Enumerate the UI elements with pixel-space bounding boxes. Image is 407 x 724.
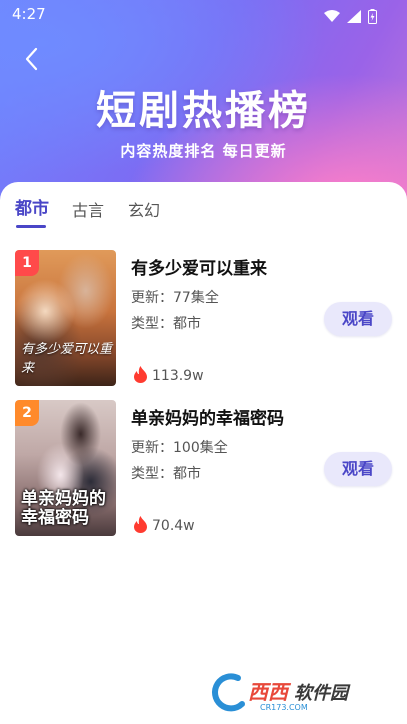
heat-count: 113.9w — [133, 366, 204, 384]
cover-title: 单亲妈妈的幸福密码 — [21, 489, 106, 528]
active-tab-indicator — [16, 225, 46, 228]
page-title: 短剧热播榜 — [96, 88, 311, 134]
genre-info: 类型：都市 — [131, 466, 201, 482]
drama-cover[interactable]: 2 单亲妈妈的幸福密码 — [15, 400, 116, 536]
drama-title[interactable]: 单亲妈妈的幸福密码 — [131, 404, 284, 429]
watermark-logo: 西西 软件园 CR173.COM — [208, 672, 390, 712]
flame-icon — [134, 366, 147, 383]
svg-text:CR173.COM: CR173.COM — [260, 703, 308, 712]
update-info: 更新：77集全 — [131, 290, 219, 306]
heat-value: 70.4w — [152, 518, 195, 534]
page-subtitle: 内容热度排名 每日更新 — [120, 142, 287, 160]
heat-count: 70.4w — [133, 516, 195, 534]
status-icons — [322, 6, 377, 25]
tab-xuanhuan[interactable]: 玄幻 — [128, 197, 160, 221]
drama-cover[interactable]: 1 有多少爱可以重来 — [15, 250, 116, 386]
watch-button[interactable]: 观看 — [324, 302, 392, 336]
drama-title[interactable]: 有多少爱可以重来 — [131, 254, 267, 279]
wifi-icon — [323, 10, 340, 22]
back-button[interactable] — [20, 46, 44, 72]
flame-icon — [134, 516, 147, 533]
rank-badge: 1 — [15, 250, 39, 276]
watermark-graphic: 西西 软件园 CR173.COM — [212, 673, 351, 712]
update-info: 更新：100集全 — [131, 440, 228, 456]
tab-dushi[interactable]: 都市 — [15, 194, 49, 219]
battery-icon — [368, 9, 377, 24]
cover-title: 有多少爱可以重来 — [21, 342, 113, 376]
status-bar: 4:27 — [0, 0, 407, 28]
category-tabs: 都市 古言 玄幻 — [0, 194, 407, 230]
signal-icon — [346, 10, 361, 23]
list-item[interactable]: 1 有多少爱可以重来 有多少爱可以重来 更新：77集全 类型：都市 观看 113… — [0, 250, 407, 388]
svg-text:西西: 西西 — [248, 680, 292, 704]
genre-info: 类型：都市 — [131, 316, 201, 332]
rank-badge: 2 — [15, 400, 39, 426]
status-time: 4:27 — [12, 5, 46, 23]
watch-button[interactable]: 观看 — [324, 452, 392, 486]
list-item[interactable]: 2 单亲妈妈的幸福密码 单亲妈妈的幸福密码 更新：100集全 类型：都市 观看 … — [0, 400, 407, 538]
ranking-panel: 都市 古言 玄幻 1 有多少爱可以重来 有多少爱可以重来 更新：77集全 类型：… — [0, 182, 407, 724]
tab-guyan[interactable]: 古言 — [72, 197, 104, 221]
chevron-left-icon — [25, 47, 38, 71]
heat-value: 113.9w — [152, 368, 204, 384]
svg-text:软件园: 软件园 — [294, 683, 351, 704]
